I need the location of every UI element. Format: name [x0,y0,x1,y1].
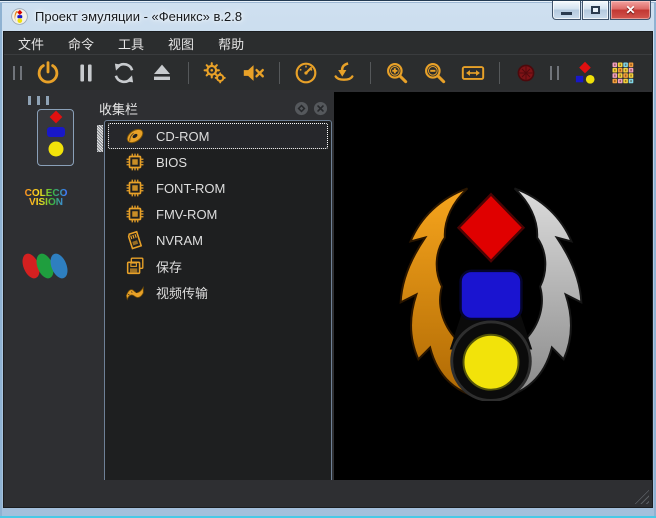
mute-icon [240,60,266,86]
menu-item-3[interactable]: 视图 [158,32,204,55]
list-item-label: NVRAM [156,232,203,248]
keypad-button[interactable] [608,58,638,88]
panel-float-button[interactable] [294,101,309,116]
list-item-label: CD-ROM [156,128,210,144]
zoom-out-button[interactable] [420,58,450,88]
gauge-icon [293,60,319,86]
film-icon [124,281,146,303]
eject-icon [150,61,174,85]
menu-item-4[interactable]: 帮助 [208,32,254,55]
memory-card-icon [124,229,146,251]
refresh-icon [111,60,137,86]
toolbar-separator [370,61,371,84]
toolbar [4,54,652,90]
menu-item-0[interactable]: 文件 [8,32,54,55]
sidebar-item-colecovision[interactable]: COLECO VISION [14,189,78,208]
toolbar-grip[interactable] [13,65,22,80]
list-item-label: BIOS [156,154,188,170]
panel-close-button[interactable] [313,101,328,116]
window-title: Проект эмуляции - «Феникс» в.2.8 [35,8,243,24]
list-item-label: 视频传输 [156,285,209,301]
close-icon: ✕ [625,3,636,17]
gears-icon [202,60,228,86]
pause-button[interactable] [71,58,101,88]
settings-button[interactable] [200,58,230,88]
fit-window-button[interactable] [458,58,488,88]
resize-grip-icon[interactable] [634,489,649,504]
emulation-canvas [334,92,652,483]
toolbar-separator [188,61,189,84]
power-button[interactable] [33,58,63,88]
menu-item-1[interactable]: 命令 [58,32,104,55]
speed-button[interactable] [291,58,321,88]
titlebar[interactable]: Проект эмуляции - «Феникс» в.2.8 ✕ [0,1,656,31]
maximize-icon [591,6,600,14]
sidebar-grip[interactable] [28,96,49,105]
zoom-in-icon [384,60,410,86]
maximize-button[interactable] [582,1,609,20]
list-item-6[interactable]: 视频传输 [108,279,328,305]
list-item-label: FONT-ROM [156,180,226,196]
list-item-2[interactable]: FONT-ROM [108,175,328,201]
panel-scrollbar-thumb[interactable] [97,125,103,152]
client-area: COLECO VISION 收集栏 CD-ROM BIOS FONT-ROM F… [4,90,652,507]
phoenix-shapes-button[interactable] [570,58,600,88]
list-item-label: 保存 [156,259,183,275]
zoom-in-button[interactable] [382,58,412,88]
load-button[interactable] [329,58,359,88]
mute-button[interactable] [238,58,268,88]
toolbar-separator [499,61,500,84]
shapes-icon [572,60,598,86]
toolbar-separator [279,61,280,84]
list-item-4[interactable]: NVRAM [108,227,328,253]
toolbar-grip[interactable] [550,65,559,80]
minimize-icon [561,11,572,15]
chip-icon [124,177,146,199]
three-ovals-icon [18,253,74,288]
list-item-1[interactable]: BIOS [108,149,328,175]
menu-bar: 文件 命令 工具 视图 帮助 [4,32,652,54]
app-window: Проект эмуляции - «Феникс» в.2.8 ✕ 文件 命令工… [0,0,656,518]
record-icon [514,61,538,85]
eject-button[interactable] [147,58,177,88]
minimize-button[interactable] [552,1,581,20]
collection-panel: 收集栏 CD-ROM BIOS FONT-ROM FMV-ROM NVRAM 保… [89,97,334,492]
list-item-label: FMV-ROM [156,206,218,222]
sidebar-item-ovals-system[interactable] [18,248,74,289]
save-icon [124,255,146,277]
menu-item-2[interactable]: 工具 [108,32,154,55]
reset-button[interactable] [109,58,139,88]
sidebar-item-phoenix-system[interactable] [37,109,74,166]
list-item-0[interactable]: CD-ROM [108,123,328,149]
list-item-5[interactable]: 保存 [108,253,328,279]
list-item-3[interactable]: FMV-ROM [108,201,328,227]
phoenix-app-icon [11,7,28,25]
pause-icon [74,61,98,85]
app-frame: 文件 命令 工具 视图 帮助 COLECO VISION 收集栏 CD-ROM … [3,31,653,508]
power-icon [35,60,61,86]
record-button[interactable] [511,58,541,88]
zoom-out-icon [422,60,448,86]
phoenix-logo [383,184,599,406]
phoenix-shapes-stack-icon [41,110,71,165]
collection-panel-title: 收集栏 [99,102,139,117]
expand-icon [460,60,486,86]
keypad-icon [611,61,635,85]
collection-list: CD-ROM BIOS FONT-ROM FMV-ROM NVRAM 保存视频传输 [104,120,332,492]
colecovision-logo-text: VISION [29,197,63,208]
status-bar [4,480,652,507]
chip-icon [124,151,146,173]
cd-icon [124,125,146,147]
close-button[interactable]: ✕ [610,1,651,20]
download-icon [331,60,357,86]
chip-icon [124,203,146,225]
